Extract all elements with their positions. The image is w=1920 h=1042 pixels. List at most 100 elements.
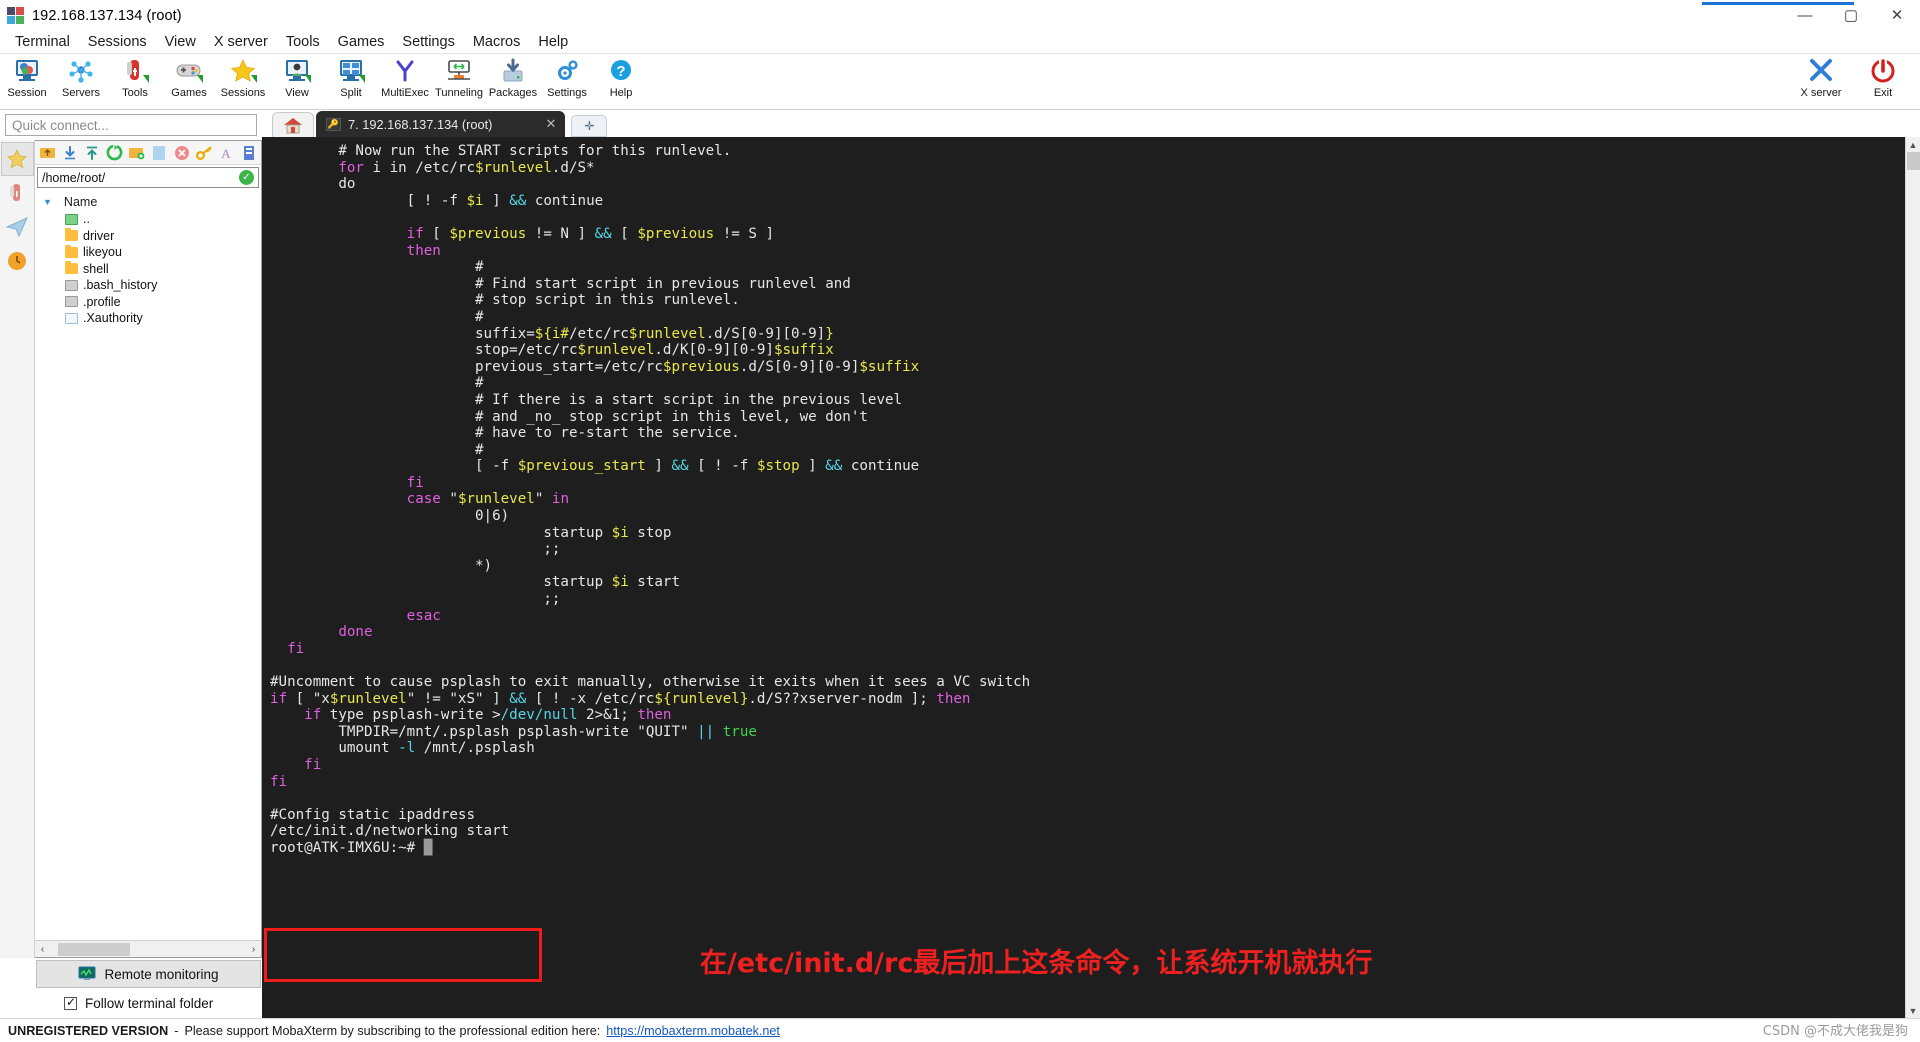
ribbon-button-multiexec[interactable]: MultiExec (378, 54, 432, 110)
ribbon-button-view[interactable]: View (270, 54, 324, 110)
mobaxterm-link[interactable]: https://mobaxterm.mobatek.net (606, 1024, 780, 1038)
terminal-line: # If there is a start script in the prev… (270, 391, 903, 408)
ribbon-button-tunneling[interactable]: Tunneling (432, 54, 486, 110)
list-item[interactable]: likeyou (35, 244, 261, 261)
binary-icon[interactable] (239, 142, 259, 163)
minimize-button[interactable]: — (1782, 0, 1828, 31)
ribbon-button-packages[interactable]: Packages (486, 54, 540, 110)
ribbon-button-split[interactable]: Split (324, 54, 378, 110)
quick-connect-input[interactable]: Quick connect... (5, 114, 257, 136)
ribbon-button-exit[interactable]: Exit (1852, 54, 1914, 110)
follow-terminal-folder-checkbox[interactable] (64, 995, 77, 1010)
menu-item-x-server[interactable]: X server (205, 32, 277, 52)
sidebar-item-tools[interactable] (1, 176, 34, 210)
ribbon-button-servers[interactable]: Servers (54, 54, 108, 110)
terminal-line: umount -l /mnt/.psplash (270, 740, 535, 757)
terminal-line: done (338, 624, 373, 641)
ribbon-button-tools[interactable]: Tools (108, 54, 162, 110)
font-icon[interactable]: A (216, 142, 236, 163)
status-message: Please support MobaXterm by subscribing … (184, 1023, 601, 1038)
multiexec-icon (391, 57, 419, 85)
terminal-scroll-thumb[interactable] (1906, 152, 1920, 170)
upload-icon[interactable] (82, 142, 102, 163)
scroll-track[interactable] (50, 942, 246, 956)
scroll-down-icon[interactable]: ▼ (1906, 1003, 1920, 1018)
maximize-button[interactable]: ▢ (1828, 0, 1874, 31)
terminal-line: if [ "x$runlevel" != "xS" ] && [ ! -x /e… (270, 690, 971, 707)
ribbon-button-sessions[interactable]: Sessions (216, 54, 270, 110)
list-item[interactable]: .profile (35, 294, 261, 311)
tab-session-active[interactable]: 🔑 7. 192.168.137.134 (root) ✕ (316, 111, 566, 137)
file-list-horizontal-scrollbar[interactable]: ‹ › (35, 940, 261, 957)
new-file-icon[interactable] (149, 142, 169, 163)
terminal-line: [ -f $previous_start ] && [ ! -f $stop ]… (270, 458, 920, 475)
menu-item-terminal[interactable]: Terminal (6, 32, 79, 52)
file-list-header[interactable]: ▼ Name (35, 193, 261, 211)
scroll-left-icon[interactable]: ‹ (35, 942, 50, 957)
ribbon-label-settings: Settings (547, 87, 587, 99)
list-item[interactable]: .bash_history (35, 277, 261, 294)
sort-caret-icon: ▼ (43, 197, 52, 207)
ribbon-label-split: Split (340, 87, 362, 99)
sidebar-item-macros[interactable] (1, 244, 34, 278)
menu-item-sessions[interactable]: Sessions (79, 32, 156, 52)
paper-plane-icon (5, 217, 28, 238)
terminal-scroll-track[interactable] (1906, 152, 1920, 1003)
ribbon-button-x-server[interactable]: X server (1790, 54, 1852, 110)
ribbon-button-help[interactable]: ? Help (594, 54, 648, 110)
close-button[interactable]: ✕ (1874, 0, 1920, 31)
ribbon-label-tunneling: Tunneling (435, 87, 483, 99)
terminal-vertical-scrollbar[interactable]: ▲ ▼ (1905, 137, 1920, 1018)
menu-item-macros[interactable]: Macros (464, 32, 530, 52)
remote-monitoring-button[interactable]: Remote monitoring (36, 960, 261, 988)
download-icon[interactable] (59, 142, 79, 163)
left-panel-footer: Remote monitoring Follow terminal folder (0, 958, 262, 1018)
scroll-up-icon[interactable]: ▲ (1906, 137, 1920, 152)
ribbon-button-session[interactable]: Session (0, 54, 54, 110)
terminal-line: 0|6) (270, 508, 510, 525)
menu-item-games[interactable]: Games (329, 32, 394, 52)
new-tab-button[interactable]: ✛ (571, 115, 608, 137)
list-item[interactable]: driver (35, 228, 261, 245)
window-title: 192.168.137.134 (root) (32, 7, 182, 24)
key-icon: 🔑 (326, 117, 341, 131)
list-item[interactable]: .Xauthority (35, 310, 261, 327)
refresh-icon[interactable] (104, 142, 124, 163)
main-area: Quick connect... A /home/root/ ✓ ▼ Name … (0, 110, 1920, 1018)
sidebar-item-sessions[interactable] (0, 142, 34, 176)
ribbon-button-games[interactable]: Games (162, 54, 216, 110)
star-icon (6, 148, 28, 169)
ribbon-label-session: Session (7, 87, 47, 99)
list-item[interactable]: shell (35, 261, 261, 278)
delete-icon[interactable] (171, 142, 191, 163)
new-folder-icon[interactable] (127, 142, 147, 163)
follow-terminal-folder-row[interactable]: Follow terminal folder (36, 988, 262, 1018)
terminal-line: #Uncomment to cause psplash to exit manu… (270, 674, 1031, 690)
sftp-path-bar[interactable]: /home/root/ ✓ (37, 167, 259, 188)
scroll-right-icon[interactable]: › (246, 942, 261, 957)
list-item[interactable]: .. (35, 211, 261, 228)
x-server-icon (1807, 57, 1835, 85)
menu-item-settings[interactable]: Settings (393, 32, 463, 52)
terminal-line: fi (270, 773, 288, 790)
games-icon (175, 57, 203, 85)
svg-text:A: A (222, 146, 232, 161)
swiss-knife-icon (10, 184, 20, 201)
menu-item-help[interactable]: Help (529, 32, 577, 52)
up-folder-icon[interactable] (37, 142, 57, 163)
sidebar-item-sftp[interactable] (1, 210, 34, 244)
terminal-output[interactable]: # Now run the START scripts for this run… (262, 137, 1905, 1018)
tab-close-icon[interactable]: ✕ (545, 116, 556, 132)
sftp-path-value: /home/root/ (42, 170, 106, 185)
scroll-thumb[interactable] (58, 942, 130, 956)
home-tab[interactable] (272, 112, 314, 137)
tunneling-icon (445, 57, 473, 85)
menu-item-tools[interactable]: Tools (277, 32, 329, 52)
file-name: .bash_history (83, 278, 158, 293)
ribbon-button-settings[interactable]: Settings (540, 54, 594, 110)
terminal-line: TMPDIR=/mnt/.psplash psplash-write "QUIT… (270, 723, 757, 740)
menu-item-view[interactable]: View (156, 32, 205, 52)
terminal-wrapper: # Now run the START scripts for this run… (262, 137, 1920, 1018)
terminal-line: # (270, 441, 484, 458)
key-icon[interactable] (194, 142, 214, 163)
